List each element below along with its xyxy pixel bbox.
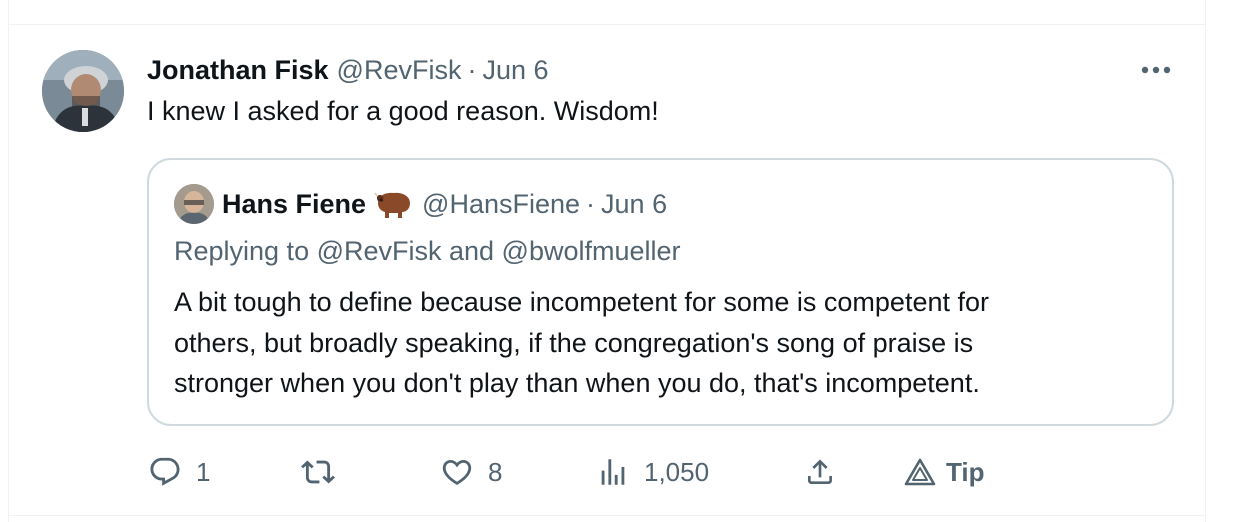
share-icon — [808, 459, 832, 484]
quote-body-line: stronger when you don't play than when y… — [174, 368, 980, 398]
more-dots-icon — [1141, 66, 1171, 74]
like-button[interactable]: 8 — [440, 450, 502, 494]
retweet-icon — [301, 460, 335, 484]
tweet-action-bar: 1 8 1,050 Tip — [0, 450, 1240, 494]
tweet-text: I knew I asked for a good reason. Wisdom… — [147, 96, 659, 126]
quote-body-line: A bit tough to define because incompeten… — [174, 287, 989, 317]
quote-header-separator: · — [586, 188, 596, 219]
author-avatar[interactable] — [42, 50, 124, 132]
tip-label: Tip — [946, 456, 985, 487]
quote-date[interactable]: Jun 6 — [601, 189, 667, 220]
author-handle[interactable]: @RevFisk — [337, 55, 462, 86]
quote-body-line: others, but broadly speaking, if the con… — [174, 327, 974, 358]
quote-author-handle[interactable]: @HansFiene — [422, 189, 580, 220]
tweet-header: Jonathan Fisk @RevFisk · Jun 6 — [147, 52, 549, 88]
top-divider — [8, 24, 1206, 25]
views-count: 1,050 — [644, 456, 710, 487]
quote-header: Hans Fiene @HansFiene · Jun 6 — [222, 186, 667, 222]
more-options-button[interactable] — [1138, 56, 1174, 84]
header-separator: · — [467, 54, 477, 85]
quote-author-name[interactable]: Hans Fiene — [222, 189, 366, 220]
views-chart-icon — [601, 459, 625, 485]
quote-author-avatar[interactable] — [174, 184, 214, 224]
retweet-button[interactable] — [300, 450, 350, 494]
tip-button[interactable]: Tip — [904, 450, 985, 494]
tweet-date[interactable]: Jun 6 — [482, 55, 548, 86]
share-button[interactable] — [804, 450, 836, 494]
reply-count: 1 — [196, 456, 211, 487]
tip-icon — [904, 458, 936, 486]
quote-body-text: A bit tough to define because incompeten… — [174, 282, 1154, 404]
replying-to-text: Replying to @RevFisk and @bwolfmueller — [174, 236, 681, 266]
views-button[interactable]: 1,050 — [596, 450, 709, 494]
reply-icon — [150, 457, 180, 486]
reply-button[interactable]: 1 — [148, 450, 210, 494]
quote-tweet-card[interactable]: Hans Fiene @HansFiene · Jun 6 Replying t… — [147, 158, 1174, 426]
like-count: 8 — [488, 456, 503, 487]
author-name[interactable]: Jonathan Fisk — [147, 55, 329, 86]
heart-icon — [442, 459, 472, 485]
bottom-divider — [8, 515, 1206, 516]
bison-icon — [374, 189, 414, 219]
